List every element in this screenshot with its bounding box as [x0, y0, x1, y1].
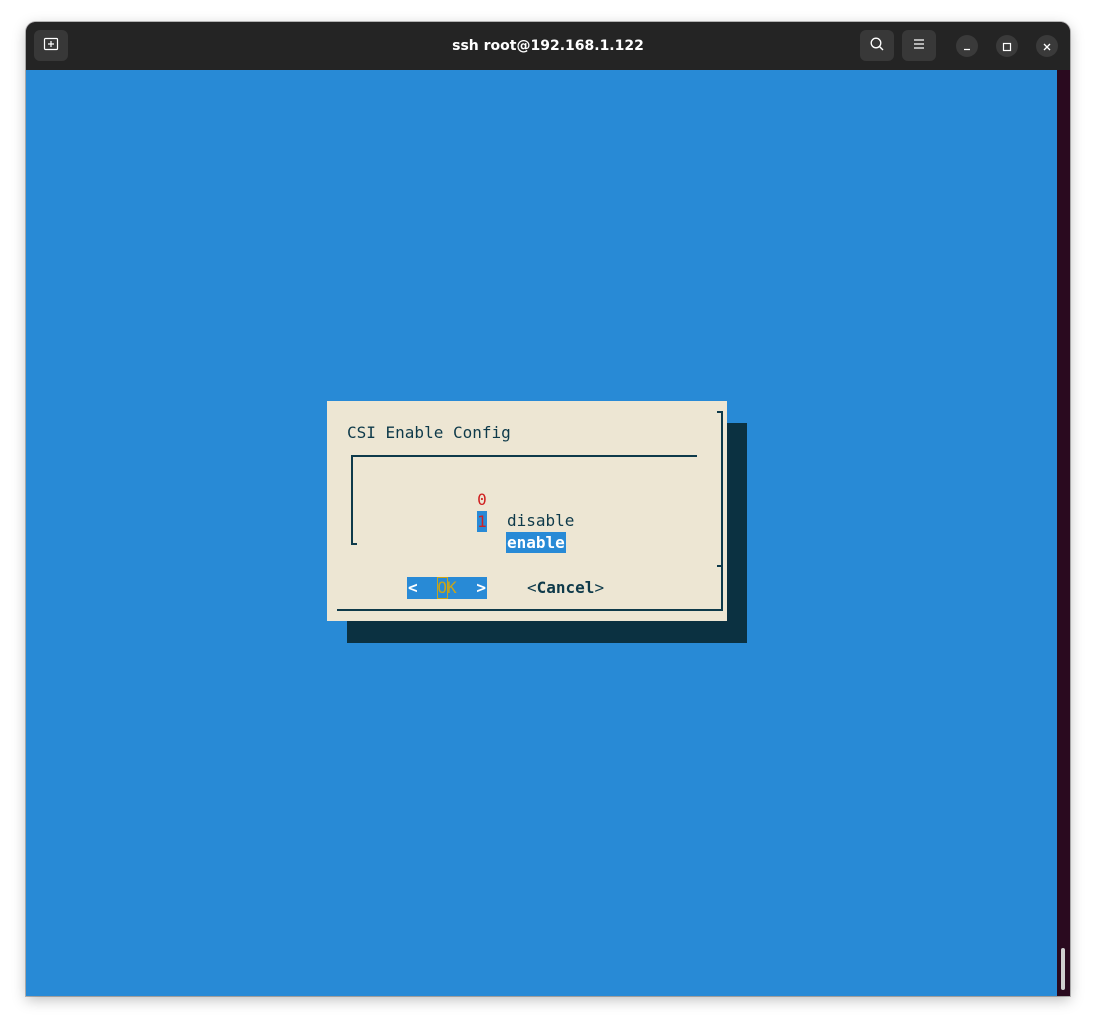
list-item[interactable]: 0 disable — [327, 468, 727, 530]
config-dialog: CSI Enable Config 0 disable 1 enable < O… — [327, 401, 727, 621]
cancel-label: Cancel — [536, 578, 595, 597]
cancel-right-bracket: > — [594, 578, 605, 597]
close-button[interactable] — [1036, 35, 1058, 57]
frame-bottom — [337, 609, 723, 611]
cancel-button[interactable]: <Cancel> — [527, 577, 604, 599]
hamburger-menu-icon — [911, 36, 927, 56]
item-label: disable — [507, 511, 575, 530]
close-icon — [1042, 37, 1052, 56]
scrollbar-thumb[interactable] — [1061, 948, 1065, 990]
frame-right-lower — [721, 565, 723, 611]
list-frame-top — [351, 455, 697, 457]
dialog-title: CSI Enable Config — [347, 423, 511, 442]
minimize-button[interactable] — [956, 35, 978, 57]
title-bar: ssh root@192.168.1.122 — [26, 22, 1070, 70]
new-tab-button[interactable] — [34, 30, 68, 61]
search-icon — [869, 36, 885, 56]
ok-right-bracket: > — [476, 578, 486, 597]
minimize-icon — [962, 37, 972, 56]
menu-button[interactable] — [902, 30, 936, 61]
ok-label: OK — [437, 578, 457, 597]
cancel-left-bracket: < — [527, 578, 537, 597]
ok-button[interactable]: < OK > — [407, 577, 487, 599]
search-button[interactable] — [860, 30, 894, 61]
maximize-button[interactable] — [996, 35, 1018, 57]
item-label: enable — [506, 532, 566, 553]
new-tab-icon — [43, 36, 59, 56]
scrollbar[interactable] — [1057, 70, 1070, 996]
item-tag: 1 — [477, 511, 487, 532]
frame-right-upper — [721, 411, 723, 567]
ok-left-bracket: < — [408, 578, 418, 597]
list-item-selected[interactable]: 1 enable — [327, 490, 727, 553]
maximize-icon — [1002, 37, 1012, 56]
